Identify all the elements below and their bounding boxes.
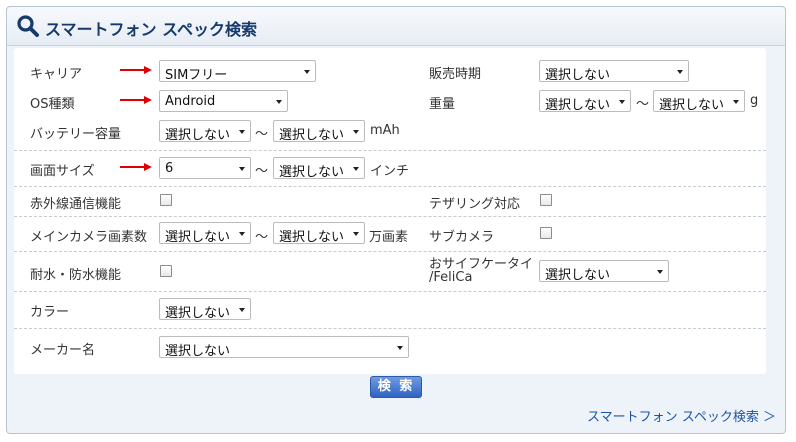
page-title: スマートフォン スペック検索 — [45, 20, 257, 39]
carrier-label: キャリア — [30, 67, 83, 82]
tethering-label: テザリング対応 — [429, 197, 521, 212]
range-tilde: ～ — [255, 127, 269, 142]
sales-period-select[interactable]: 選択しない — [539, 60, 689, 83]
divider — [14, 186, 766, 187]
divider — [14, 291, 766, 292]
maker-label: メーカー名 — [30, 343, 96, 358]
sub-camera-label: サブカメラ — [429, 230, 495, 245]
range-tilde: ～ — [636, 97, 650, 112]
panel-header: スマートフォン スペック検索 — [7, 7, 785, 46]
os-select[interactable]: Android — [159, 90, 288, 112]
chevron-down-icon — [619, 100, 625, 104]
chevron-down-icon — [239, 167, 245, 171]
battery-label: バッテリー容量 — [30, 127, 122, 142]
main-camera-label: メインカメラ画素数 — [30, 230, 148, 245]
main-camera-to-select[interactable]: 選択しない — [273, 222, 365, 245]
range-tilde: ～ — [255, 164, 269, 179]
osaifu-select[interactable]: 選択しない — [539, 260, 669, 283]
divider — [14, 216, 766, 217]
infrared-checkbox[interactable] — [160, 194, 172, 206]
chevron-down-icon — [239, 130, 245, 134]
chevron-down-icon — [353, 130, 359, 134]
chevron-down-icon — [677, 70, 683, 74]
battery-from-select[interactable]: 選択しない — [159, 120, 251, 143]
spec-search-link[interactable]: スマートフォン スペック検索 ＞ — [587, 406, 776, 425]
red-arrow-icon — [120, 66, 152, 74]
chevron-down-icon — [304, 70, 310, 74]
chevron-down-icon — [239, 308, 245, 312]
color-label: カラー — [30, 305, 70, 320]
screen-size-label: 画面サイズ — [30, 164, 95, 179]
weight-to-select[interactable]: 選択しない — [653, 90, 745, 113]
main-camera-unit: 万画素 — [369, 230, 409, 245]
waterproof-label: 耐水・防水機能 — [30, 268, 122, 283]
search-button[interactable]: 検 索 — [370, 376, 422, 398]
chevron-down-icon — [239, 232, 245, 236]
osaifu-label: おサイフケータイ/FeliCa — [429, 257, 534, 285]
red-arrow-icon — [120, 163, 152, 171]
screen-from-select[interactable]: 6 — [159, 157, 251, 179]
battery-unit: mAh — [370, 123, 400, 138]
range-tilde: ～ — [255, 230, 269, 245]
sub-camera-checkbox[interactable] — [540, 227, 552, 239]
weight-label: 重量 — [429, 97, 456, 112]
color-select[interactable]: 選択しない — [159, 298, 251, 321]
divider — [14, 328, 766, 329]
chevron-down-icon — [733, 100, 739, 104]
chevron-down-icon — [397, 346, 403, 350]
waterproof-checkbox[interactable] — [160, 265, 172, 277]
tethering-checkbox[interactable] — [540, 194, 552, 206]
divider — [14, 251, 766, 252]
screen-unit: インチ — [370, 164, 410, 179]
screen-to-select[interactable]: 選択しない — [273, 157, 365, 180]
sales-period-label: 販売時期 — [429, 67, 482, 82]
carrier-select[interactable]: SIMフリー — [159, 60, 316, 83]
divider — [14, 150, 766, 151]
red-arrow-icon — [120, 96, 152, 104]
battery-to-select[interactable]: 選択しない — [273, 120, 365, 143]
os-label: OS種類 — [30, 97, 75, 112]
weight-from-select[interactable]: 選択しない — [539, 90, 631, 113]
maker-select[interactable]: 選択しない — [159, 336, 409, 359]
chevron-down-icon — [276, 100, 282, 104]
weight-unit: g — [750, 93, 759, 108]
infrared-label: 赤外線通信機能 — [30, 197, 122, 212]
search-icon — [17, 15, 39, 37]
chevron-down-icon — [657, 270, 663, 274]
main-camera-from-select[interactable]: 選択しない — [159, 222, 251, 245]
chevron-down-icon — [353, 232, 359, 236]
chevron-down-icon — [353, 167, 359, 171]
